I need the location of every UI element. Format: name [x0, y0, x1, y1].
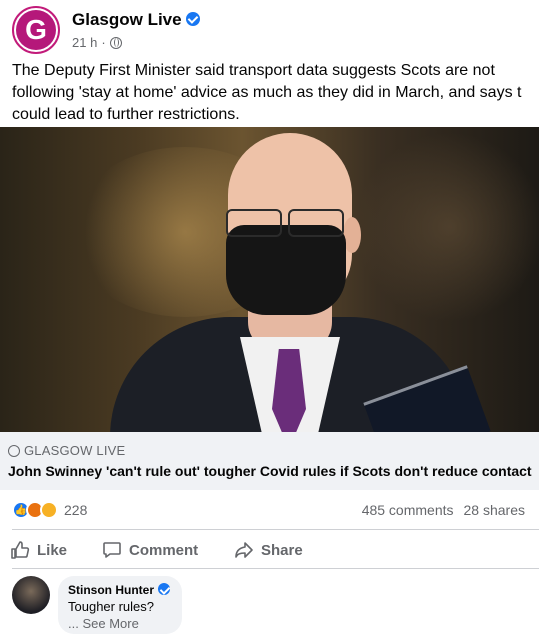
comment-button[interactable]: Comment: [102, 540, 198, 560]
link-source-label: GLASGOW LIVE: [24, 443, 126, 458]
post-text-line: The Deputy First Minister said transport…: [12, 62, 495, 79]
comment-bubble[interactable]: Stinson Hunter Tougher rules? ... See Mo…: [58, 576, 182, 634]
post-time[interactable]: 21 h: [72, 35, 97, 50]
glasses-lens: [226, 209, 282, 237]
commenter-name-link[interactable]: Stinson Hunter: [68, 583, 172, 597]
comment-text: Tougher rules?: [68, 599, 154, 614]
engagement-counts: 485 comments 28 shares: [362, 502, 525, 518]
link-preview[interactable]: GLASGOW LIVE John Swinney 'can't rule ou…: [0, 432, 539, 490]
see-more-link[interactable]: ... See More: [68, 616, 172, 631]
thumbs-up-icon: [11, 541, 30, 559]
share-button[interactable]: Share: [234, 540, 303, 560]
haha-reaction-icon: [40, 501, 58, 519]
like-button[interactable]: Like: [10, 540, 67, 560]
post-text-line: following 'stay at home' advice as much …: [12, 84, 522, 101]
reactions-summary[interactable]: 👍 228: [12, 501, 87, 519]
glasses-lens: [288, 209, 344, 237]
comment-label: Comment: [129, 541, 199, 559]
verified-badge-icon: [158, 583, 170, 595]
link-title[interactable]: John Swinney 'can't rule out' tougher Co…: [8, 463, 532, 479]
divider: [12, 568, 539, 569]
page-logo: G: [16, 10, 56, 50]
post-text-line: could lead to further restrictions.: [12, 106, 240, 123]
post-header: G Glasgow Live 21 h ·: [0, 0, 539, 58]
page-avatar[interactable]: G: [12, 6, 60, 54]
divider: [12, 529, 539, 530]
glasses: [222, 209, 346, 239]
action-bar: Like Comment Share: [0, 532, 539, 568]
post-image[interactable]: [0, 127, 539, 432]
comment-icon: [103, 542, 121, 558]
commenter-name[interactable]: Stinson Hunter: [68, 583, 154, 597]
post-stats: 👍 228 485 comments 28 shares: [0, 498, 539, 522]
meta-separator: ·: [101, 35, 106, 50]
like-label: Like: [37, 541, 68, 559]
reaction-count[interactable]: 228: [64, 502, 87, 518]
link-source-icon: [8, 444, 20, 457]
background-light: [360, 127, 539, 327]
commenter-avatar[interactable]: [12, 576, 50, 614]
globe-icon: [109, 36, 122, 49]
post-meta: 21 h ·: [72, 35, 122, 50]
post-text: The Deputy First Minister said transport…: [12, 60, 539, 126]
share-count[interactable]: 28 shares: [464, 502, 525, 518]
comment-count[interactable]: 485 comments: [362, 502, 454, 518]
link-source: GLASGOW LIVE: [8, 443, 527, 458]
verified-badge-icon: [185, 12, 200, 26]
page-name-link[interactable]: Glasgow Live: [72, 10, 200, 30]
share-label: Share: [261, 541, 303, 559]
share-icon: [235, 542, 253, 558]
page-name[interactable]: Glasgow Live: [72, 10, 182, 29]
